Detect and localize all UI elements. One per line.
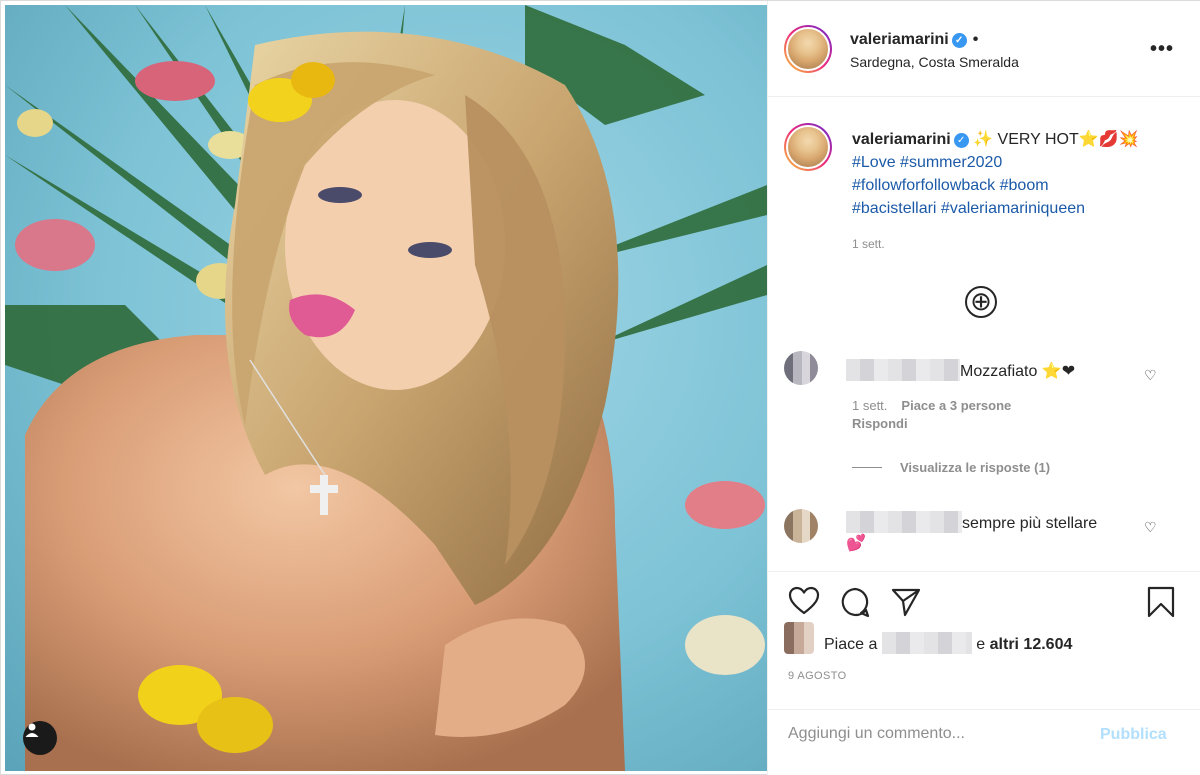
save-bookmark-icon[interactable] xyxy=(1146,586,1176,623)
commenter-name-blurred[interactable] xyxy=(846,511,962,533)
post-photo[interactable] xyxy=(5,5,767,771)
comment-like-icon[interactable]: ♡ xyxy=(1144,367,1157,384)
author-username[interactable]: valeriamarini xyxy=(850,31,949,48)
post-location[interactable]: Sardegna, Costa Smeralda xyxy=(850,54,1019,70)
comment-emoji: 💕 xyxy=(846,535,866,552)
view-replies-label: Visualizza le risposte (1) xyxy=(900,460,1051,475)
likes-text: Piace a e altri 12.604 xyxy=(824,632,1072,654)
like-icon[interactable] xyxy=(788,586,820,621)
caption-hashtags-2[interactable]: #followforfollowback #boom xyxy=(852,177,1049,194)
publish-button[interactable]: Pubblica xyxy=(1100,726,1167,744)
reply-button[interactable]: Rispondi xyxy=(852,416,908,431)
author-avatar[interactable] xyxy=(784,25,832,73)
comment-text: Mozzafiato ⭐❤ xyxy=(960,363,1076,380)
person-icon xyxy=(25,723,39,737)
post-window: valeriamarini ✓ • Sardegna, Costa Smeralda… xyxy=(0,0,1200,775)
verified-badge-icon: ✓ xyxy=(951,33,967,48)
comment-meta: 1 sett. Piace a 3 persone xyxy=(852,398,1011,413)
view-replies-button[interactable]: Visualizza le risposte (1) xyxy=(852,460,1050,475)
commenter-avatar[interactable] xyxy=(784,509,818,543)
comment-body: sempre più stellare 💕 xyxy=(846,511,1136,553)
add-comment-bar: Pubblica xyxy=(768,709,1200,775)
caption-timestamp[interactable]: 1 sett. xyxy=(852,237,885,251)
share-icon[interactable] xyxy=(890,586,922,623)
likes-suffix: e xyxy=(976,636,986,653)
more-options-icon[interactable]: ••• xyxy=(1150,39,1174,59)
liker-name-blurred[interactable] xyxy=(881,632,972,654)
caption-hashtags-1[interactable]: #Love #summer2020 xyxy=(852,154,1002,171)
liker-avatar[interactable] xyxy=(784,622,814,654)
caption-avatar[interactable] xyxy=(784,123,832,171)
post-side-panel: valeriamarini ✓ • Sardegna, Costa Smeralda… xyxy=(767,1,1200,775)
commenter-avatar[interactable] xyxy=(784,351,818,385)
load-more-comments-icon[interactable]: ⊕ xyxy=(965,286,997,318)
post-caption: valeriamarini ✓ ✨ VERY HOT⭐💋💥 #Love #summ… xyxy=(852,128,1182,220)
likes-prefix: Piace a xyxy=(824,636,878,653)
caption-text: ✨ VERY HOT⭐💋💥 xyxy=(973,131,1139,148)
photo-illustration xyxy=(5,5,767,771)
add-comment-input[interactable] xyxy=(788,724,1088,744)
replies-divider xyxy=(852,467,882,468)
likes-count[interactable]: altri 12.604 xyxy=(990,636,1073,653)
comment-likes-count[interactable]: Piace a 3 persone xyxy=(901,398,1011,413)
post-date[interactable]: 9 AGOSTO xyxy=(788,670,847,682)
comment-text: sempre più stellare xyxy=(962,515,1098,532)
comment-icon[interactable] xyxy=(839,586,871,623)
comment-like-icon[interactable]: ♡ xyxy=(1144,519,1157,536)
comment-timestamp[interactable]: 1 sett. xyxy=(852,398,887,413)
commenter-name-blurred[interactable] xyxy=(846,359,960,381)
comment-body: Mozzafiato ⭐❤ xyxy=(846,359,1075,381)
post-header: valeriamarini ✓ • Sardegna, Costa Smeralda… xyxy=(768,1,1200,97)
verified-badge-icon: ✓ xyxy=(953,133,969,148)
tagged-users-button[interactable] xyxy=(23,721,57,755)
separator-dot: • xyxy=(972,31,979,48)
caption-username[interactable]: valeriamarini xyxy=(852,131,951,148)
caption-hashtags-3[interactable]: #bacistellari #valeriamariniqueen xyxy=(852,200,1085,217)
author-username-row: valeriamarini ✓ • xyxy=(850,31,978,49)
